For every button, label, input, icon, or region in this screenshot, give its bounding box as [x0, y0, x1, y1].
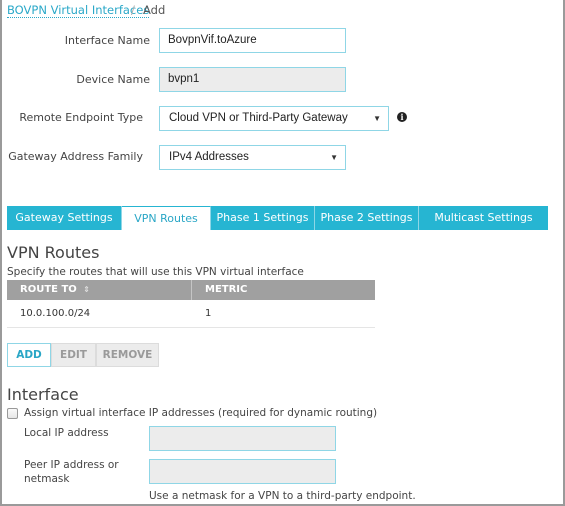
local-ip-label: Local IP address: [24, 427, 109, 439]
metric-cell: 1: [205, 308, 212, 319]
assign-ip-checkbox-label: Assign virtual interface IP addresses (r…: [24, 407, 378, 419]
tab-phase-1-settings[interactable]: Phase 1 Settings: [211, 206, 315, 230]
gateway-address-family-select[interactable]: IPv4 Addresses ▼: [159, 145, 346, 170]
remote-endpoint-type-label: Remote Endpoint Type: [19, 111, 143, 124]
peer-ip-label-line2: netmask: [24, 473, 70, 485]
local-ip-input[interactable]: [149, 426, 336, 451]
device-name-label: Device Name: [76, 73, 150, 86]
gateway-address-family-label: Gateway Address Family: [8, 150, 143, 163]
tab-phase-2-settings[interactable]: Phase 2 Settings: [315, 206, 419, 230]
breadcrumb-parent-link[interactable]: BOVPN Virtual Interfaces: [7, 3, 150, 18]
tab-gateway-settings[interactable]: Gateway Settings: [7, 206, 122, 230]
remote-endpoint-type-select[interactable]: Cloud VPN or Third-Party Gateway ▼: [159, 106, 389, 131]
interface-name-input[interactable]: BovpnVif.toAzure: [159, 28, 346, 53]
breadcrumb-current: Add: [143, 3, 166, 17]
vpn-routes-title: VPN Routes: [7, 243, 100, 262]
device-name-input[interactable]: bvpn1: [159, 67, 346, 92]
tab-multicast-settings[interactable]: Multicast Settings: [419, 206, 548, 230]
vpn-routes-description: Specify the routes that will use this VP…: [7, 266, 304, 278]
tab-vpn-routes[interactable]: VPN Routes: [122, 206, 211, 230]
info-icon[interactable]: i: [397, 112, 407, 122]
interface-name-label: Interface Name: [64, 34, 150, 47]
remove-route-button[interactable]: REMOVE: [96, 343, 159, 367]
netmask-hint: Use a netmask for a VPN to a third-party…: [149, 490, 416, 502]
assign-ip-checkbox[interactable]: [7, 408, 18, 419]
column-header-metric[interactable]: METRIC: [192, 280, 247, 300]
peer-ip-input[interactable]: [149, 459, 336, 484]
routes-button-group: ADD EDIT REMOVE: [7, 343, 159, 367]
table-row[interactable]: 10.0.100.0/24 1: [7, 301, 375, 328]
chevron-down-icon: ▼: [373, 114, 381, 123]
route-to-cell: 10.0.100.0/24: [20, 308, 91, 319]
interface-title: Interface: [7, 385, 79, 404]
sort-icon: ⇕: [83, 285, 90, 294]
breadcrumb-separator: /: [131, 3, 135, 17]
gateway-address-family-value: IPv4 Addresses: [169, 151, 249, 163]
chevron-down-icon: ▼: [330, 153, 338, 162]
edit-route-button[interactable]: EDIT: [51, 343, 96, 367]
add-route-button[interactable]: ADD: [7, 343, 51, 367]
route-to-header-label: ROUTE TO: [20, 284, 77, 295]
routes-table-header: ROUTE TO ⇕ METRIC: [7, 280, 375, 300]
settings-tabs: Gateway Settings VPN Routes Phase 1 Sett…: [7, 206, 548, 230]
column-header-route-to[interactable]: ROUTE TO ⇕: [7, 280, 192, 300]
peer-ip-label-line1: Peer IP address or: [24, 459, 119, 471]
remote-endpoint-type-value: Cloud VPN or Third-Party Gateway: [169, 112, 348, 124]
